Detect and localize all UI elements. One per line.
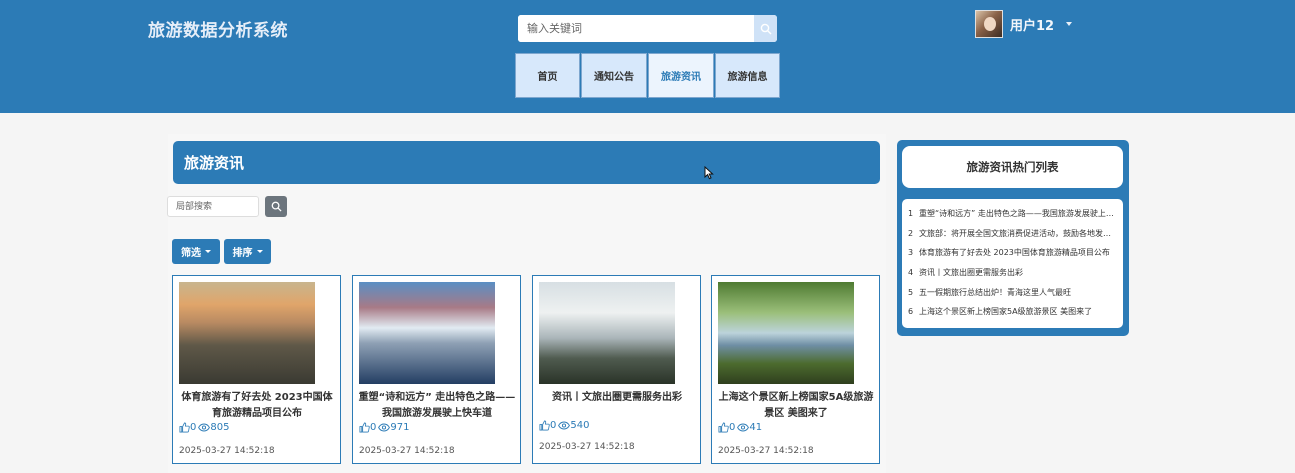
news-card-image[interactable]	[539, 282, 675, 384]
hot-list-item[interactable]: 1 重塑“诗和远方” 走出特色之路——我国旅游发展驶上快车道	[902, 204, 1123, 224]
search-icon	[271, 201, 282, 212]
news-card[interactable]: 上海这个景区新上榜国家5A级旅游景区 美图来了 0 41 2025-03-27 …	[711, 275, 880, 464]
like-count: 0	[729, 422, 736, 433]
caret-down-icon	[256, 250, 263, 253]
main-nav: 首页 通知公告 旅游资讯 旅游信息	[515, 53, 781, 98]
news-card-date: 2025-03-27 14:52:18	[718, 446, 814, 456]
local-search-button[interactable]	[265, 196, 287, 217]
hot-list-item-title[interactable]: 体育旅游有了好去处 2023中国体育旅游精品项目公布	[919, 247, 1117, 258]
eye-icon	[737, 423, 750, 432]
news-card-image[interactable]	[179, 282, 315, 384]
eye-icon	[558, 421, 571, 430]
search-icon	[760, 23, 771, 34]
filter-label: 筛选	[181, 248, 201, 259]
caret-down-icon	[205, 250, 211, 253]
news-card-title[interactable]: 体育旅游有了好去处 2023中国体育旅游精品项目公布	[177, 390, 337, 422]
view-count: 540	[570, 420, 590, 431]
hot-list-item-title[interactable]: 重塑“诗和远方” 走出特色之路——我国旅游发展驶上快车道	[919, 208, 1117, 219]
nav-item-home[interactable]: 首页	[515, 53, 580, 98]
news-card-stats: 0 805	[179, 422, 231, 433]
thumbs-up-icon[interactable]	[718, 422, 729, 433]
like-count: 0	[370, 422, 377, 433]
view-count: 41	[749, 422, 763, 433]
hot-list-item-title[interactable]: 文旅部：将开展全国文旅消费促进活动，鼓励各地发放消费券	[919, 228, 1117, 239]
nav-item-notices[interactable]: 通知公告	[581, 53, 647, 98]
filter-dropdown-button[interactable]: 筛选	[172, 239, 220, 264]
hot-list-item-number: 1	[908, 209, 914, 219]
nav-item-travel-news[interactable]: 旅游资讯	[648, 53, 714, 98]
header-scalloped-edge	[0, 106, 1295, 116]
news-card-title[interactable]: 上海这个景区新上榜国家5A级旅游景区 美图来了	[716, 390, 876, 422]
global-search-button[interactable]	[754, 15, 777, 42]
hot-list-item[interactable]: 6 上海这个景区新上榜国家5A级旅游景区 美图来了	[902, 302, 1123, 322]
global-search-input[interactable]	[518, 15, 754, 42]
hot-list-item-title[interactable]: 资讯丨文旅出圈更需服务出彩	[919, 267, 1117, 278]
hot-list-item-number: 5	[908, 287, 914, 297]
view-count: 971	[390, 422, 410, 433]
hot-list-item-title[interactable]: 上海这个景区新上榜国家5A级旅游景区 美图来了	[919, 306, 1117, 317]
caret-down-icon[interactable]	[1066, 22, 1073, 26]
news-card-date: 2025-03-27 14:52:18	[539, 442, 635, 452]
news-card-stats: 0 41	[718, 422, 764, 433]
eye-icon	[378, 423, 391, 432]
hot-list-title: 旅游资讯热门列表	[902, 146, 1123, 188]
hot-list-item[interactable]: 2 文旅部：将开展全国文旅消费促进活动，鼓励各地发放消费券	[902, 224, 1123, 244]
news-card-date: 2025-03-27 14:52:18	[359, 446, 455, 456]
sort-dropdown-button[interactable]: 排序	[224, 239, 271, 264]
news-card-title[interactable]: 重塑“诗和远方” 走出特色之路——我国旅游发展驶上快车道	[357, 390, 517, 422]
news-card-image[interactable]	[359, 282, 495, 384]
news-card-title[interactable]: 资讯丨文旅出圈更需服务出彩	[537, 390, 697, 406]
mouse-cursor-icon	[704, 166, 714, 180]
hot-list: 1 重塑“诗和远方” 走出特色之路——我国旅游发展驶上快车道 2 文旅部：将开展全国…	[902, 199, 1123, 328]
like-count: 0	[190, 422, 197, 433]
hot-list-item[interactable]: 3 体育旅游有了好去处 2023中国体育旅游精品项目公布	[902, 243, 1123, 263]
local-search-input[interactable]	[167, 196, 259, 217]
section-header: 旅游资讯	[173, 141, 880, 184]
thumbs-up-icon[interactable]	[539, 420, 550, 431]
user-menu[interactable]: 用户12	[975, 10, 1073, 38]
sort-label: 排序	[232, 248, 253, 259]
hot-list-item-number: 2	[908, 228, 914, 238]
news-card[interactable]: 体育旅游有了好去处 2023中国体育旅游精品项目公布 0 805 2025-03…	[172, 275, 341, 464]
news-card[interactable]: 重塑“诗和远方” 走出特色之路——我国旅游发展驶上快车道 0 971 2025-…	[352, 275, 521, 464]
hot-list-item-number: 4	[908, 268, 914, 278]
user-name[interactable]: 用户12	[1010, 15, 1054, 34]
hot-list-item-number: 3	[908, 248, 914, 258]
news-card-stats: 0 540	[539, 420, 591, 431]
news-card-date: 2025-03-27 14:52:18	[179, 446, 275, 456]
news-card[interactable]: 资讯丨文旅出圈更需服务出彩 0 540 2025-03-27 14:52:18	[532, 275, 701, 464]
like-count: 0	[550, 420, 557, 431]
thumbs-up-icon[interactable]	[179, 422, 190, 433]
avatar[interactable]	[975, 10, 1003, 38]
nav-item-travel-info[interactable]: 旅游信息	[715, 53, 780, 98]
news-card-stats: 0 971	[359, 422, 411, 433]
section-title: 旅游资讯	[184, 154, 245, 172]
news-card-image[interactable]	[718, 282, 854, 384]
view-count: 805	[210, 422, 230, 433]
eye-icon	[198, 423, 211, 432]
thumbs-up-icon[interactable]	[359, 422, 370, 433]
hot-list-item[interactable]: 4 资讯丨文旅出圈更需服务出彩	[902, 263, 1123, 283]
hot-list-item[interactable]: 5 五一假期旅行总结出炉！青海这里人气最旺	[902, 282, 1123, 302]
site-title[interactable]: 旅游数据分析系统	[148, 16, 288, 41]
hot-list-item-number: 6	[908, 307, 914, 317]
hot-list-item-title[interactable]: 五一假期旅行总结出炉！青海这里人气最旺	[919, 287, 1117, 298]
global-search	[518, 15, 777, 42]
